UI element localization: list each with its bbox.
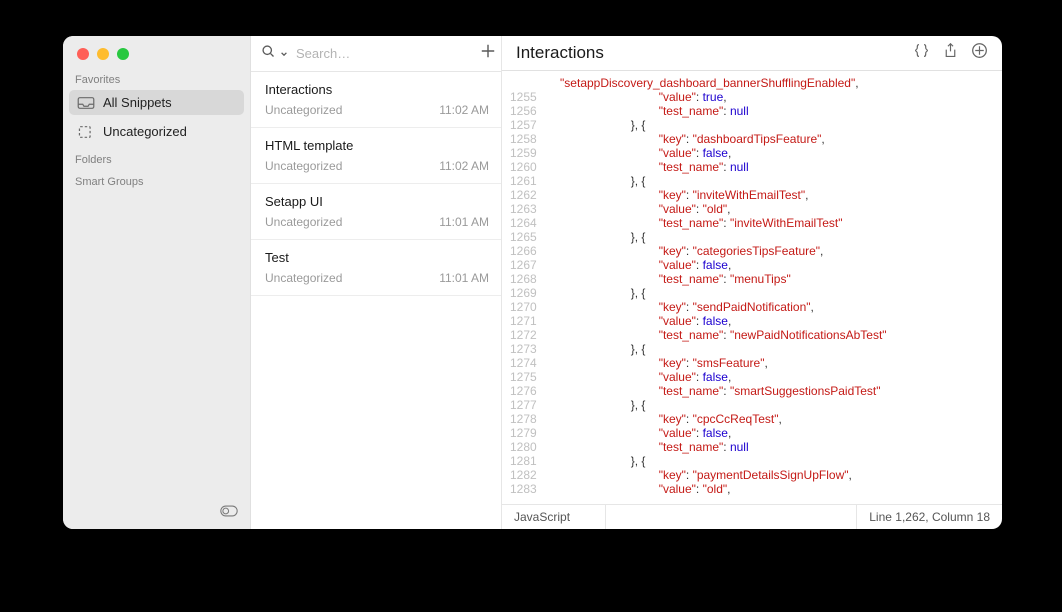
share-icon[interactable] <box>942 42 959 64</box>
snippet-item-title: Test <box>265 250 489 265</box>
window-controls <box>63 36 250 66</box>
search-chevron-icon[interactable] <box>280 45 288 63</box>
sidebar-item-uncategorized[interactable]: Uncategorized <box>69 119 244 144</box>
line-gutter: 1255125612571258125912601261126212631264… <box>502 71 547 504</box>
sidebar-section-folders: Folders <box>63 146 250 168</box>
sidebar-section-smart-groups: Smart Groups <box>63 168 250 190</box>
snippet-item-category: Uncategorized <box>265 271 342 285</box>
sidebar-section-favorites: Favorites <box>63 66 250 88</box>
snippet-item-meta: Uncategorized 11:01 AM <box>265 271 489 285</box>
cursor-position: Line 1,262, Column 18 <box>857 505 1002 529</box>
status-bar: JavaScript Line 1,262, Column 18 <box>502 504 1002 529</box>
braces-icon[interactable] <box>913 42 930 64</box>
add-circle-icon[interactable] <box>971 42 988 64</box>
close-icon[interactable] <box>77 48 89 60</box>
square-dashed-icon <box>77 125 95 139</box>
snippet-item-meta: Uncategorized 11:02 AM <box>265 103 489 117</box>
sidebar-footer <box>63 497 250 529</box>
snippet-item-title: Interactions <box>265 82 489 97</box>
snippet-list-pane: InteractionsUncategorized11:02 AMHTML te… <box>250 36 502 529</box>
header-actions <box>913 42 988 64</box>
snippet-item-time: 11:02 AM <box>439 103 489 117</box>
snippet-title[interactable]: Interactions <box>516 43 913 63</box>
snippet-item[interactable]: Interactions Uncategorized 11:02 AM <box>251 72 501 128</box>
code-editor[interactable]: 1255125612571258125912601261126212631264… <box>502 71 1002 504</box>
search-input[interactable] <box>296 46 472 61</box>
sidebar-item-label: All Snippets <box>103 95 172 110</box>
snippet-item-time: 11:02 AM <box>439 159 489 173</box>
editor-pane: Interactions 125512561257125812591260126… <box>502 36 1002 529</box>
editor-header: Interactions <box>502 36 1002 71</box>
snippet-item-category: Uncategorized <box>265 215 342 229</box>
search-icon[interactable] <box>261 44 276 64</box>
snippet-item-meta: Uncategorized 11:01 AM <box>265 215 489 229</box>
snippet-item-category: Uncategorized <box>265 103 342 117</box>
snippet-item-time: 11:01 AM <box>439 271 489 285</box>
app-window: Favorites All Snippets Uncategorized Fol… <box>63 36 1002 529</box>
snippet-item-category: Uncategorized <box>265 159 342 173</box>
zoom-icon[interactable] <box>117 48 129 60</box>
status-spacer <box>606 505 857 529</box>
toggle-icon[interactable] <box>220 504 238 521</box>
add-snippet-button[interactable] <box>480 43 496 64</box>
snippet-list: InteractionsUncategorized11:02 AMHTML te… <box>251 72 501 529</box>
snippet-item-title: Setapp UI <box>265 194 489 209</box>
tray-icon <box>77 96 95 110</box>
minimize-icon[interactable] <box>97 48 109 60</box>
sidebar-item-label: Uncategorized <box>103 124 187 139</box>
snippet-item-meta: Uncategorized 11:02 AM <box>265 159 489 173</box>
snippet-item-time: 11:01 AM <box>439 215 489 229</box>
snippet-item[interactable]: Setapp UI Uncategorized 11:01 AM <box>251 184 501 240</box>
sidebar-item-all-snippets[interactable]: All Snippets <box>69 90 244 115</box>
search-bar <box>251 36 501 72</box>
language-selector[interactable]: JavaScript <box>502 505 606 529</box>
snippet-item-title: HTML template <box>265 138 489 153</box>
sidebar: Favorites All Snippets Uncategorized Fol… <box>63 36 250 529</box>
snippet-item[interactable]: Test Uncategorized 11:01 AM <box>251 240 501 296</box>
snippet-item[interactable]: HTML template Uncategorized 11:02 AM <box>251 128 501 184</box>
code-content[interactable]: "setappDiscovery_dashboard_bannerShuffli… <box>547 71 887 504</box>
